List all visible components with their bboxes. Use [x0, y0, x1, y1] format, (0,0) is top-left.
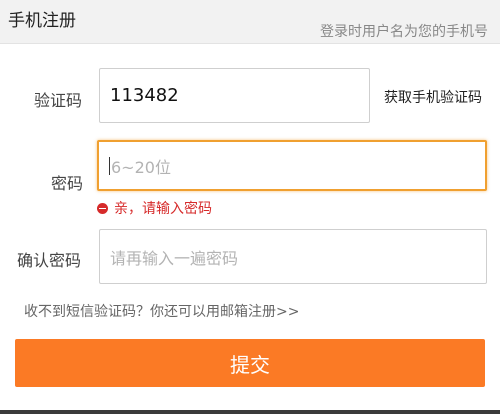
- confirm-password-input[interactable]: 请再输入一遍密码: [99, 229, 487, 284]
- code-value: 113482: [110, 85, 179, 106]
- error-icon: [97, 202, 108, 214]
- text-caret: [109, 156, 110, 175]
- get-code-button[interactable]: 获取手机验证码: [384, 87, 482, 107]
- confirm-password-placeholder: 请再输入一遍密码: [110, 248, 239, 268]
- password-error-text: 亲，请输入密码: [114, 201, 212, 217]
- code-label: 验证码: [34, 91, 83, 110]
- password-input[interactable]: 6~20位: [97, 140, 487, 191]
- submit-button[interactable]: 提交: [15, 339, 485, 387]
- code-input[interactable]: 113482: [99, 68, 370, 123]
- header-bar: 手机注册 登录时用户名为您的手机号: [0, 0, 500, 44]
- email-register-link[interactable]: 收不到短信验证码？你还可以用邮箱注册>>: [24, 301, 299, 321]
- page-title: 手机注册: [8, 11, 76, 31]
- bottom-divider: [0, 410, 500, 414]
- password-error: 亲，请输入密码: [97, 198, 212, 218]
- password-placeholder: 6~20位: [111, 157, 171, 177]
- password-label: 密码: [51, 174, 84, 193]
- username-hint: 登录时用户名为您的手机号: [320, 24, 488, 40]
- confirm-password-label: 确认密码: [17, 251, 82, 270]
